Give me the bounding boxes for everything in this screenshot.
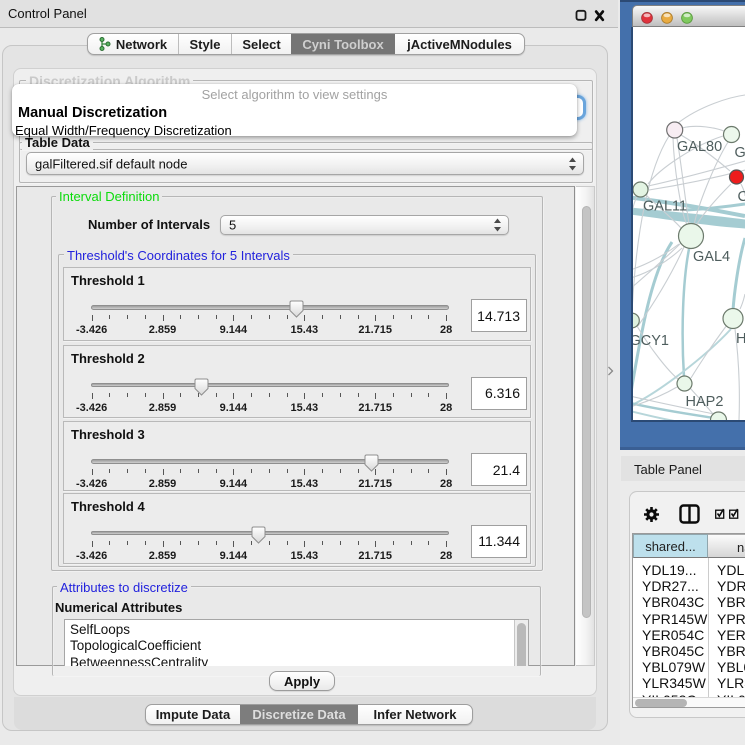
svg-text:GAL80: GAL80: [677, 139, 722, 155]
svg-text:C: C: [738, 189, 745, 205]
svg-text:H: H: [736, 331, 745, 347]
svg-text:GAL4: GAL4: [693, 249, 730, 265]
svg-text:GCY1: GCY1: [633, 333, 669, 349]
svg-text:HAP2: HAP2: [686, 394, 724, 410]
svg-text:GA: GA: [735, 145, 745, 161]
svg-text:GAL11: GAL11: [643, 199, 687, 215]
